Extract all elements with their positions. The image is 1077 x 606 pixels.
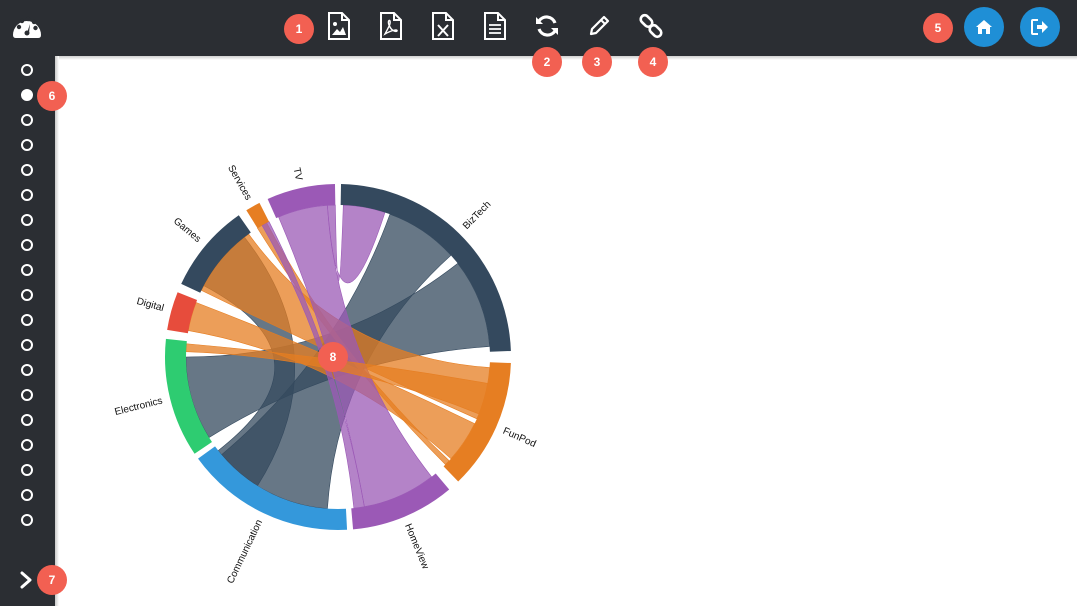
chord-label-biztech: BizTech <box>461 199 493 232</box>
badge-2: 2 <box>532 47 562 77</box>
badge-4: 4 <box>638 47 668 77</box>
chord-label-homeview: HomeView <box>402 522 431 571</box>
badge-8: 8 <box>318 342 348 372</box>
chord-label-funpod: FunPod <box>501 426 537 450</box>
chord-label-tv: TV <box>291 167 305 182</box>
chord-diagram[interactable]: BizTech FunPod HomeView Communication Electr… <box>0 0 1077 606</box>
chord-label-electronics: Electronics <box>114 396 164 419</box>
chord-label-digital: Digital <box>135 296 165 314</box>
badge-7: 7 <box>37 565 67 595</box>
chord-label-games: Games <box>171 216 203 245</box>
badge-1: 1 <box>284 14 314 44</box>
chord-label-services: Services <box>225 163 253 202</box>
badge-5: 5 <box>923 13 953 43</box>
badge-6: 6 <box>37 81 67 111</box>
chord-label-communication: Communication <box>225 518 265 585</box>
badge-3: 3 <box>582 47 612 77</box>
